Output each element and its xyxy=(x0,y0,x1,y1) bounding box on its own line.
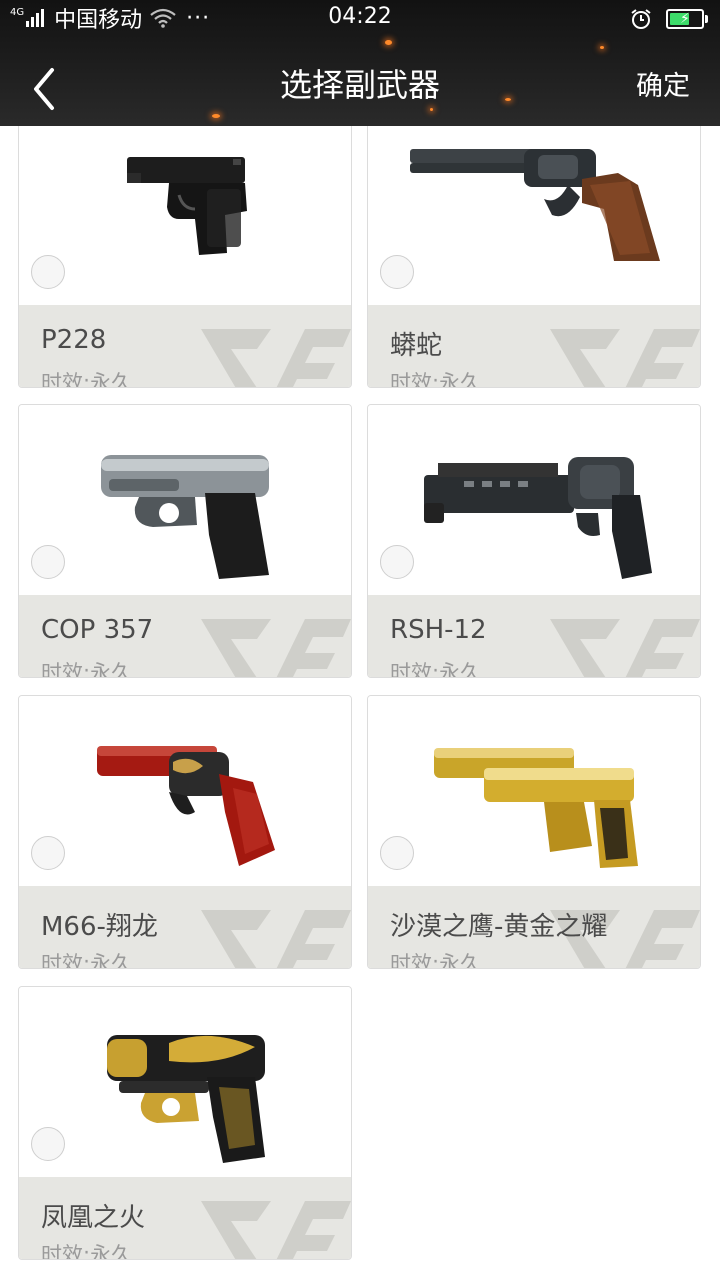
weapon-info: RSH-12 时效:永久 xyxy=(368,595,700,678)
weapon-duration: 时效:永久 xyxy=(390,952,482,969)
battery-icon: ⚡ xyxy=(666,9,704,29)
weapon-image xyxy=(19,987,351,1177)
weapon-name: 蟒蛇 xyxy=(390,331,443,361)
weapon-name: 凤凰之火 xyxy=(41,1203,146,1233)
weapon-info: M66-翔龙时效:永久 xyxy=(19,886,351,969)
select-radio[interactable] xyxy=(380,836,414,870)
select-radio[interactable] xyxy=(31,1127,65,1161)
cf-logo-watermark-icon xyxy=(550,311,700,387)
battery-tip xyxy=(705,15,708,23)
status-bar: 4G 中国移动 ··· 04:22 ⚡ xyxy=(0,0,720,38)
select-radio[interactable] xyxy=(380,255,414,289)
weapon-card[interactable]: 凤凰之火时效:永久 xyxy=(18,986,352,1260)
weapon-image xyxy=(368,696,700,886)
app-header: 4G 中国移动 ··· 04:22 ⚡ 选择副武器 确定 xyxy=(0,0,720,126)
weapon-info: 蟒蛇时效:永久 xyxy=(368,305,700,388)
charging-bolt-icon: ⚡ xyxy=(680,11,690,27)
cf-logo-watermark-icon xyxy=(201,892,351,968)
select-radio[interactable] xyxy=(31,255,65,289)
weapon-image xyxy=(19,696,351,886)
weapon-name: P228 xyxy=(41,325,107,355)
weapon-name: M66-翔龙 xyxy=(41,912,158,942)
weapon-image xyxy=(19,405,351,595)
weapon-name: RSH-12 xyxy=(390,615,487,645)
weapon-info: P228 时效:永久 xyxy=(19,305,351,388)
weapon-grid: P228 时效:永久 蟒蛇 时效:永久 COP 357 时效:永久 RSH-12… xyxy=(0,126,720,1280)
cf-logo-watermark-icon xyxy=(201,601,351,677)
weapon-info: COP 357 时效:永久 xyxy=(19,595,351,678)
weapon-card[interactable]: M66-翔龙时效:永久 xyxy=(18,695,352,969)
weapon-duration: 时效:永久 xyxy=(390,371,482,388)
weapon-image xyxy=(368,405,700,595)
select-radio[interactable] xyxy=(31,836,65,870)
cf-logo-watermark-icon xyxy=(550,601,700,677)
nav-bar: 选择副武器 确定 xyxy=(0,42,720,126)
weapon-card[interactable]: 沙漠之鹰-黄金之耀时效:永久 xyxy=(367,695,701,969)
weapon-duration: 时效:永久 xyxy=(390,661,482,678)
page-title: 选择副武器 xyxy=(279,66,440,104)
weapon-card[interactable]: RSH-12 时效:永久 xyxy=(367,404,701,678)
weapon-duration: 时效:永久 xyxy=(41,661,133,678)
weapon-card[interactable]: 蟒蛇时效:永久 xyxy=(367,126,701,388)
select-radio[interactable] xyxy=(31,545,65,579)
weapon-image xyxy=(19,126,351,305)
status-time: 04:22 xyxy=(328,4,392,29)
weapon-info: 沙漠之鹰-黄金之耀时效:永久 xyxy=(368,886,700,969)
weapon-info: 凤凰之火时效:永久 xyxy=(19,1177,351,1260)
weapon-duration: 时效:永久 xyxy=(41,371,133,388)
weapon-name: COP 357 xyxy=(41,615,154,645)
weapon-name: 沙漠之鹰-黄金之耀 xyxy=(390,912,608,942)
select-radio[interactable] xyxy=(380,545,414,579)
weapon-duration: 时效:永久 xyxy=(41,1243,133,1260)
weapon-card[interactable]: COP 357 时效:永久 xyxy=(18,404,352,678)
weapon-duration: 时效:永久 xyxy=(41,952,133,969)
alarm-clock-icon xyxy=(631,9,651,29)
cf-logo-watermark-icon xyxy=(201,311,351,387)
cf-logo-watermark-icon xyxy=(201,1183,351,1259)
weapon-image xyxy=(368,126,700,305)
weapon-card[interactable]: P228 时效:永久 xyxy=(18,126,352,388)
confirm-button[interactable]: 确定 xyxy=(636,64,690,103)
